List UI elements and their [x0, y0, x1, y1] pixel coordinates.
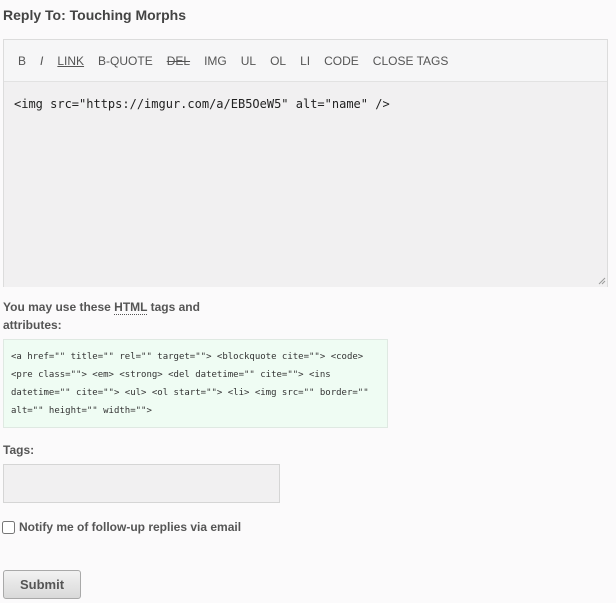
- editor: B I LINK B-QUOTE DEL IMG UL OL LI CODE C…: [3, 39, 608, 287]
- reply-title: Reply To: Touching Morphs: [3, 7, 187, 23]
- notify-label: Notify me of follow-up replies via email: [19, 520, 242, 534]
- link-button[interactable]: LINK: [57, 54, 84, 68]
- close-tags-button[interactable]: CLOSE TAGS: [373, 54, 449, 68]
- ul-button[interactable]: UL: [241, 54, 256, 68]
- tags-label: Tags:: [3, 443, 35, 457]
- code-button[interactable]: CODE: [324, 54, 359, 68]
- img-button[interactable]: IMG: [204, 54, 227, 68]
- submit-button[interactable]: Submit: [3, 570, 81, 599]
- notify-row[interactable]: Notify me of follow-up replies via email: [2, 520, 241, 534]
- editor-toolbar: B I LINK B-QUOTE DEL IMG UL OL LI CODE C…: [4, 40, 607, 82]
- reply-form: Reply To: Touching Morphs B I LINK B-QUO…: [0, 0, 616, 603]
- reply-textarea[interactable]: <img src="https://imgur.com/a/EB5OeW5" a…: [4, 82, 607, 287]
- allowed-label-prefix: You may use these: [3, 300, 115, 314]
- allowed-tags-label: You may use these HTML tags and attribut…: [3, 298, 218, 334]
- bold-button[interactable]: B: [18, 54, 26, 68]
- italic-button[interactable]: I: [40, 54, 43, 68]
- tags-input[interactable]: [3, 464, 280, 503]
- notify-checkbox[interactable]: [2, 520, 15, 534]
- blockquote-button[interactable]: B-QUOTE: [98, 54, 153, 68]
- ol-button[interactable]: OL: [270, 54, 286, 68]
- allowed-tags-code: <a href="" title="" rel="" target=""> <b…: [3, 339, 388, 428]
- resize-grip-icon[interactable]: [598, 277, 606, 285]
- del-button[interactable]: DEL: [167, 54, 190, 68]
- li-button[interactable]: LI: [300, 54, 310, 68]
- html-abbr: HTML: [114, 300, 148, 315]
